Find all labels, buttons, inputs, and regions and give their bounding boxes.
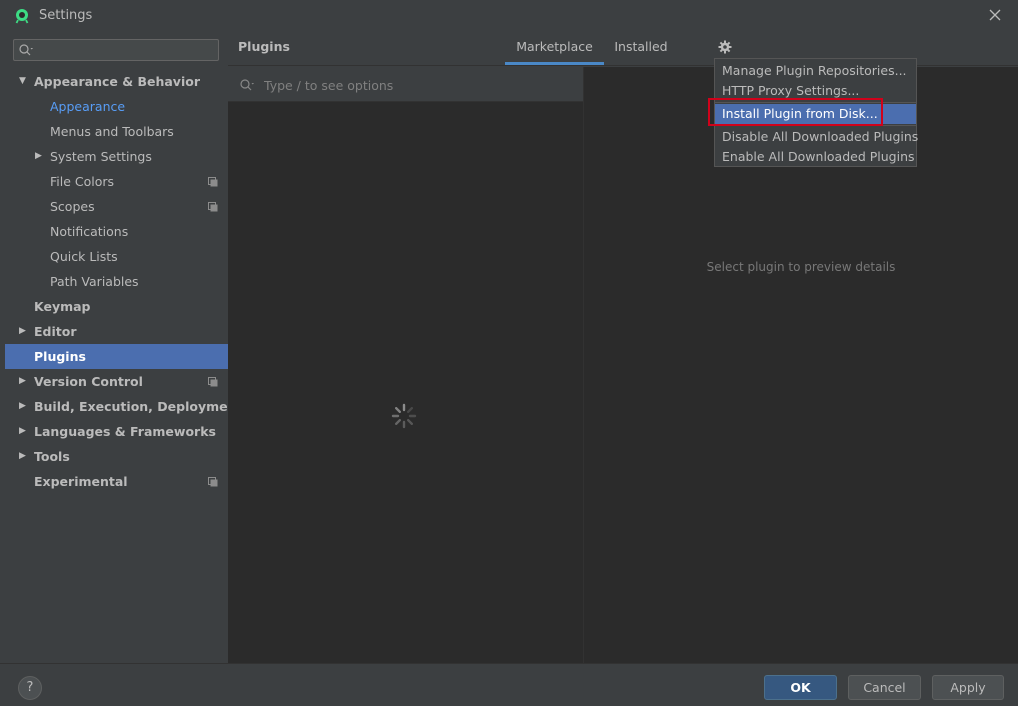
apply-button[interactable]: Apply — [932, 675, 1004, 700]
sidebar-item-keymap[interactable]: Keymap — [5, 294, 228, 319]
sidebar-item-label: System Settings — [50, 149, 152, 164]
preview-placeholder-text: Select plugin to preview details — [706, 260, 896, 274]
collapse-arrow-icon[interactable]: ▶ — [19, 319, 31, 344]
project-level-icon — [208, 477, 218, 487]
menu-item-manage-repositories[interactable]: Manage Plugin Repositories... — [715, 61, 916, 81]
help-button[interactable]: ? — [18, 676, 42, 700]
collapse-arrow-icon[interactable]: ▶ — [19, 444, 31, 469]
tab-marketplace[interactable]: Marketplace — [505, 33, 604, 65]
sidebar-item-path-variables[interactable]: Path Variables — [5, 269, 228, 294]
plugin-list-pane — [228, 67, 584, 663]
gear-icon[interactable] — [717, 39, 733, 55]
sidebar-item-label: Quick Lists — [50, 249, 118, 264]
search-icon — [19, 44, 33, 56]
page-title: Plugins — [238, 39, 290, 54]
sidebar-item-plugins[interactable]: Plugins — [5, 344, 228, 369]
sidebar-item-experimental[interactable]: Experimental — [5, 469, 228, 494]
sidebar-item-label: Tools — [34, 449, 70, 464]
gear-dropdown-menu: Manage Plugin Repositories... HTTP Proxy… — [714, 58, 918, 167]
menu-item-disable-downloaded[interactable]: Disable All Downloaded Plugins — [715, 127, 918, 147]
android-studio-icon — [15, 9, 29, 24]
expand-arrow-icon[interactable]: ▼ — [19, 69, 31, 94]
sidebar-item-appearance[interactable]: Appearance — [5, 94, 228, 119]
sidebar-item-label: Appearance — [50, 99, 126, 114]
loading-spinner-icon — [391, 403, 417, 429]
title-bar: Settings — [0, 0, 1018, 33]
sidebar-item-label: Appearance & Behavior — [34, 74, 200, 89]
sidebar-item-quick-lists[interactable]: Quick Lists — [5, 244, 228, 269]
project-level-icon — [208, 377, 218, 387]
sidebar-search-input[interactable] — [36, 41, 216, 59]
sidebar-item-label: Languages & Frameworks — [34, 424, 216, 439]
sidebar-item-label: Keymap — [34, 299, 91, 314]
sidebar-item-build-execution-deployment[interactable]: ▶ Build, Execution, Deployment — [5, 394, 242, 419]
collapse-arrow-icon[interactable]: ▶ — [19, 369, 31, 394]
sidebar-item-languages-frameworks[interactable]: ▶ Languages & Frameworks — [5, 419, 228, 444]
close-icon[interactable] — [986, 6, 1004, 24]
sidebar-item-system-settings[interactable]: ▶ System Settings — [5, 144, 228, 169]
sidebar-item-label: File Colors — [50, 174, 115, 189]
plugin-search-input[interactable] — [262, 75, 562, 95]
sidebar-item-notifications[interactable]: Notifications — [5, 219, 228, 244]
project-level-icon — [208, 177, 218, 187]
sidebar-item-label: Path Variables — [50, 274, 139, 289]
menu-item-http-proxy[interactable]: HTTP Proxy Settings... — [715, 81, 916, 101]
menu-item-enable-downloaded[interactable]: Enable All Downloaded Plugins — [715, 147, 916, 167]
sidebar-item-appearance-behavior[interactable]: ▼ Appearance & Behavior — [5, 69, 228, 94]
sidebar-item-scopes[interactable]: Scopes — [5, 194, 228, 219]
sidebar-item-file-colors[interactable]: File Colors — [5, 169, 228, 194]
sidebar-item-editor[interactable]: ▶ Editor — [5, 319, 228, 344]
sidebar-search-box[interactable] — [13, 39, 219, 61]
sidebar-item-tools[interactable]: ▶ Tools — [5, 444, 228, 469]
sidebar-item-label: Experimental — [34, 474, 128, 489]
settings-sidebar: ▼ Appearance & Behavior Appearance Menus an… — [5, 33, 242, 663]
window-title: Settings — [39, 8, 93, 23]
plugin-search-box[interactable] — [228, 67, 583, 102]
project-level-icon — [208, 202, 218, 212]
menu-separator — [715, 125, 916, 126]
sidebar-item-label: Editor — [34, 324, 77, 339]
sidebar-item-label: Build, Execution, Deployment — [34, 399, 243, 414]
collapse-arrow-icon[interactable]: ▶ — [19, 394, 31, 419]
sidebar-item-label: Scopes — [50, 199, 95, 214]
sidebar-item-menus-and-toolbars[interactable]: Menus and Toolbars — [5, 119, 228, 144]
settings-dialog: Settings ▼ Appearance & Behavior Appearanc… — [0, 0, 1018, 706]
tab-installed[interactable]: Installed — [608, 33, 674, 65]
sidebar-item-label: Plugins — [34, 349, 86, 364]
collapse-arrow-icon[interactable]: ▶ — [35, 144, 47, 169]
cancel-button[interactable]: Cancel — [848, 675, 921, 700]
settings-tree: ▼ Appearance & Behavior Appearance Menus an… — [5, 69, 242, 494]
dialog-footer: ? OK Cancel Apply — [0, 663, 1018, 706]
menu-separator — [715, 102, 916, 103]
search-icon — [240, 79, 254, 91]
collapse-arrow-icon[interactable]: ▶ — [19, 419, 31, 444]
ok-button[interactable]: OK — [764, 675, 837, 700]
menu-item-install-from-disk[interactable]: Install Plugin from Disk... — [715, 104, 916, 124]
sidebar-item-label: Version Control — [34, 374, 143, 389]
sidebar-item-label: Notifications — [50, 224, 129, 239]
sidebar-item-version-control[interactable]: ▶ Version Control — [5, 369, 228, 394]
sidebar-item-label: Menus and Toolbars — [50, 124, 174, 139]
